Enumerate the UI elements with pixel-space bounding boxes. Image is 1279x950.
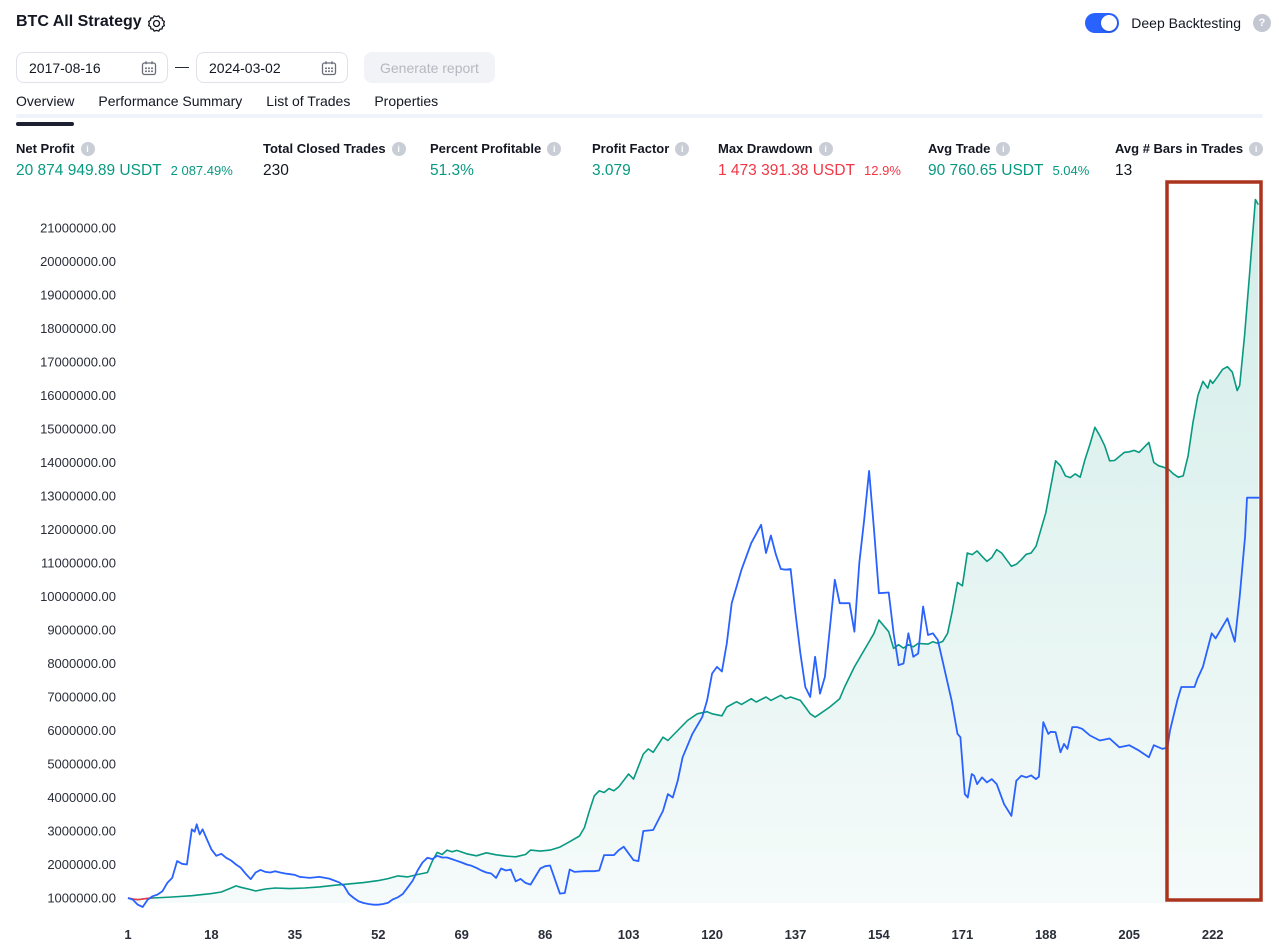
tab-overview[interactable]: Overview xyxy=(16,93,74,122)
y-axis-label: 7000000.00 xyxy=(47,690,116,705)
y-axis-label: 1000000.00 xyxy=(47,891,116,906)
y-axis-label: 21000000.00 xyxy=(40,221,116,236)
stat-total-closed-trades: Total Closed Tradesi 230 xyxy=(263,141,406,180)
stat-value: 90 760.65 USDT xyxy=(928,162,1043,180)
x-axis-label: 222 xyxy=(1202,927,1224,942)
y-axis-label: 3000000.00 xyxy=(47,824,116,839)
y-axis-label: 20000000.00 xyxy=(40,254,116,269)
strategy-settings-button[interactable] xyxy=(146,13,167,34)
stat-avg-bars-in-trades: Avg # Bars in Tradesi 13 xyxy=(1115,141,1263,180)
end-date-input[interactable]: 2024-03-02 xyxy=(196,52,348,83)
calendar-icon xyxy=(140,59,158,77)
tab-performance-summary[interactable]: Performance Summary xyxy=(98,93,242,122)
y-axis-label: 17000000.00 xyxy=(40,355,116,370)
info-icon[interactable]: i xyxy=(675,142,689,156)
summary-stats-row: Net Profiti 20 874 949.89 USDT2 087.49% … xyxy=(0,141,1279,185)
stat-value: 20 874 949.89 USDT xyxy=(16,162,162,180)
date-range-separator: — xyxy=(172,58,192,74)
x-axis-label: 52 xyxy=(371,927,385,942)
tab-list-of-trades[interactable]: List of Trades xyxy=(266,93,350,122)
x-axis-label: 120 xyxy=(701,927,723,942)
y-axis-label: 9000000.00 xyxy=(47,623,116,638)
stat-profit-factor: Profit Factori 3.079 xyxy=(592,141,689,180)
x-axis-label: 137 xyxy=(785,927,807,942)
gear-icon xyxy=(146,13,167,34)
stat-net-profit: Net Profiti 20 874 949.89 USDT2 087.49% xyxy=(16,141,233,180)
equity-area-fill xyxy=(128,200,1258,904)
info-icon[interactable]: i xyxy=(547,142,561,156)
deep-backtesting-toggle[interactable] xyxy=(1085,13,1119,33)
deep-backtesting-label: Deep Backtesting xyxy=(1131,15,1241,31)
y-axis-label: 5000000.00 xyxy=(47,757,116,772)
x-axis-label: 171 xyxy=(952,927,974,942)
x-axis-label: 1 xyxy=(124,927,131,942)
y-axis-label: 10000000.00 xyxy=(40,589,116,604)
toggle-knob xyxy=(1101,15,1117,31)
stat-percent: 12.9% xyxy=(864,163,901,178)
end-date-value: 2024-03-02 xyxy=(209,60,281,76)
stat-percent: 2 087.49% xyxy=(171,163,233,178)
question-mark-icon[interactable]: ? xyxy=(1253,14,1271,32)
start-date-value: 2017-08-16 xyxy=(29,60,101,76)
stat-percent-profitable: Percent Profitablei 51.3% xyxy=(430,141,561,180)
stat-value: 51.3% xyxy=(430,162,474,180)
x-axis-label: 154 xyxy=(868,927,890,942)
info-icon[interactable]: i xyxy=(81,142,95,156)
generate-report-button[interactable]: Generate report xyxy=(364,52,495,83)
x-axis-label: 35 xyxy=(288,927,302,942)
stat-value: 3.079 xyxy=(592,162,631,180)
tab-properties[interactable]: Properties xyxy=(374,93,438,122)
info-icon[interactable]: i xyxy=(1249,142,1263,156)
y-axis-label: 4000000.00 xyxy=(47,790,116,805)
y-axis-label: 12000000.00 xyxy=(40,522,116,537)
y-axis-label: 15000000.00 xyxy=(40,422,116,437)
info-icon[interactable]: i xyxy=(996,142,1010,156)
x-axis-label: 103 xyxy=(618,927,640,942)
x-axis-label: 188 xyxy=(1035,927,1057,942)
info-icon[interactable]: i xyxy=(392,142,406,156)
y-axis-label: 2000000.00 xyxy=(47,857,116,872)
calendar-icon xyxy=(320,59,338,77)
info-icon[interactable]: i xyxy=(819,142,833,156)
report-tabs: Overview Performance Summary List of Tra… xyxy=(16,93,438,122)
x-axis-label: 69 xyxy=(454,927,468,942)
y-axis-label: 6000000.00 xyxy=(47,723,116,738)
y-axis-label: 16000000.00 xyxy=(40,388,116,403)
stat-avg-trade: Avg Tradei 90 760.65 USDT5.04% xyxy=(928,141,1089,180)
stat-value: 230 xyxy=(263,162,289,180)
page-title: BTC All Strategy xyxy=(16,13,142,31)
stat-value: 1 473 391.38 USDT xyxy=(718,162,855,180)
x-axis-label: 18 xyxy=(204,927,218,942)
start-date-input[interactable]: 2017-08-16 xyxy=(16,52,168,83)
x-axis-label: 86 xyxy=(538,927,552,942)
stat-value: 13 xyxy=(1115,162,1132,180)
stat-max-drawdown: Max Drawdowni 1 473 391.38 USDT12.9% xyxy=(718,141,901,180)
y-axis-label: 19000000.00 xyxy=(40,288,116,303)
y-axis-label: 18000000.00 xyxy=(40,321,116,336)
y-axis-label: 11000000.00 xyxy=(41,556,116,571)
y-axis-label: 13000000.00 xyxy=(40,489,116,504)
y-axis-label: 14000000.00 xyxy=(40,455,116,470)
stat-percent: 5.04% xyxy=(1052,163,1089,178)
x-axis-label: 205 xyxy=(1118,927,1140,942)
y-axis-label: 8000000.00 xyxy=(47,656,116,671)
